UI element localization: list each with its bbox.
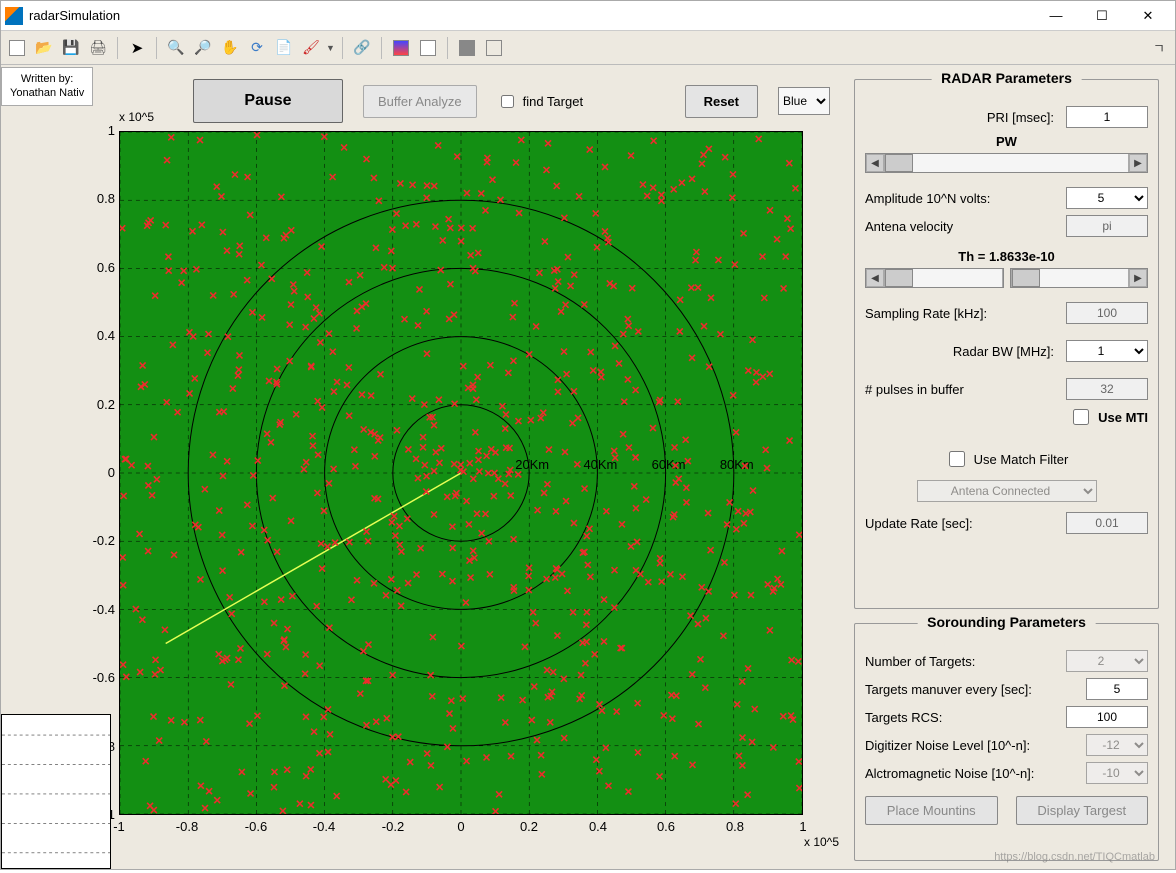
radar-params-panel: RADAR Parameters PRI [msec]: PW ◀ ▶ Ampl… [854, 79, 1159, 609]
th-label: Th = 1.8633e-10 [865, 249, 1148, 264]
update-rate-label: Update Rate [sec]: [865, 516, 1060, 531]
radar-params-title: RADAR Parameters [931, 70, 1082, 86]
credits-line2: Yonathan Nativ [10, 86, 84, 100]
zoom-out-icon[interactable]: 🔎 [191, 36, 215, 60]
figure-toolbar: 📂 💾 🖨 ➤ 🔍 🔎 ✋ ⟳ 📄 🖌 ▼ 🔗 ㄱ [1, 31, 1175, 65]
brush-icon[interactable]: 🖌 [299, 36, 323, 60]
pulses-buffer-label: # pulses in buffer [865, 382, 1060, 397]
place-mountains-button[interactable]: Place Mountins [865, 796, 998, 825]
em-noise-label: Alctromagnetic Noise [10^-n]: [865, 766, 1080, 781]
use-mti-label: Use MTI [1098, 410, 1148, 425]
th-slider-right[interactable]: ▶ [1010, 268, 1149, 288]
data-cursor-icon[interactable]: 📄 [272, 36, 296, 60]
colorbar-icon[interactable] [389, 36, 413, 60]
open-icon[interactable]: 📂 [32, 36, 56, 60]
em-noise-select: -10 [1086, 762, 1148, 784]
color-select[interactable]: Blue [778, 87, 830, 115]
maneuver-input[interactable] [1086, 678, 1148, 700]
minimize-button[interactable]: — [1033, 1, 1079, 31]
radar-bw-label: Radar BW [MHz]: [865, 344, 1060, 359]
title-bar: radarSimulation — ☐ ✕ [1, 1, 1175, 31]
svg-text:40Km: 40Km [583, 457, 617, 472]
th-slider-left[interactable]: ◀ [865, 268, 1004, 288]
svg-text:20Km: 20Km [515, 457, 549, 472]
pri-label: PRI [msec]: [865, 110, 1060, 125]
sampling-rate-input [1066, 302, 1148, 324]
use-match-filter-label: Use Match Filter [974, 452, 1069, 467]
rcs-input[interactable] [1066, 706, 1148, 728]
find-target-checkbox-wrap[interactable]: find Target [497, 92, 583, 111]
zoom-in-icon[interactable]: 🔍 [164, 36, 188, 60]
use-mti-checkbox-wrap[interactable]: Use MTI [1069, 406, 1148, 428]
hide-plot-tools-icon[interactable] [455, 36, 479, 60]
svg-text:60Km: 60Km [652, 457, 686, 472]
show-plot-tools-icon[interactable] [482, 36, 506, 60]
secondary-plot [1, 714, 111, 869]
window-title: radarSimulation [29, 8, 120, 23]
new-figure-icon[interactable] [5, 36, 29, 60]
use-match-filter-wrap[interactable]: Use Match Filter [945, 448, 1069, 470]
maximize-button[interactable]: ☐ [1079, 1, 1125, 31]
digitizer-noise-label: Digitizer Noise Level [10^-n]: [865, 738, 1080, 753]
display-targets-button[interactable]: Display Targest [1016, 796, 1149, 825]
radar-svg: 20Km 40Km 60Km 80Km [120, 132, 802, 814]
update-rate-input [1066, 512, 1148, 534]
rcs-label: Targets RCS: [865, 710, 1060, 725]
pw-slider[interactable]: ◀ ▶ [865, 153, 1148, 173]
pri-input[interactable] [1066, 106, 1148, 128]
matlab-logo-icon [5, 7, 23, 25]
amplitude-label: Amplitude 10^N volts: [865, 191, 1060, 206]
credits-line1: Written by: [10, 72, 84, 86]
antenna-velocity-input [1066, 215, 1148, 237]
slider-right-arrow-icon[interactable]: ▶ [1129, 154, 1147, 172]
legend-icon[interactable] [416, 36, 440, 60]
radar-plot: x 10^5 1 0.8 0.6 0.4 0.2 0 -0.2 -0.4 -0.… [79, 115, 839, 845]
use-mti-checkbox[interactable] [1073, 409, 1089, 425]
find-target-checkbox[interactable] [501, 95, 514, 108]
num-targets-select: 2 [1066, 650, 1148, 672]
credits-box: Written by: Yonathan Nativ [1, 67, 93, 106]
digitizer-noise-select: -12 [1086, 734, 1148, 756]
surrounding-params-panel: Sorounding Parameters Number of Targets:… [854, 623, 1159, 861]
num-targets-label: Number of Targets: [865, 654, 1060, 669]
svg-text:80Km: 80Km [720, 457, 754, 472]
radar-bw-select[interactable]: 1 [1066, 340, 1148, 362]
slider-left-arrow-icon[interactable]: ◀ [866, 154, 884, 172]
print-icon[interactable]: 🖨 [86, 36, 110, 60]
radar-ppi-scope[interactable]: 20Km 40Km 60Km 80Km [119, 131, 803, 815]
find-target-label: find Target [523, 94, 583, 109]
antenna-velocity-label: Antena velocity [865, 219, 1060, 234]
reset-button[interactable]: Reset [685, 85, 758, 118]
use-match-filter-checkbox[interactable] [949, 451, 965, 467]
amplitude-select[interactable]: 5 [1066, 187, 1148, 209]
x-axis-exponent: x 10^5 [804, 835, 839, 849]
pan-icon[interactable]: ✋ [218, 36, 242, 60]
pointer-icon[interactable]: ➤ [125, 36, 149, 60]
save-icon[interactable]: 💾 [59, 36, 83, 60]
rotate-3d-icon[interactable]: ⟳ [245, 36, 269, 60]
antenna-connected-select: Antena Connected [917, 480, 1097, 502]
link-data-icon[interactable]: 🔗 [350, 36, 374, 60]
watermark: https://blog.csdn.net/TIQCmatlab [994, 851, 1155, 863]
close-button[interactable]: ✕ [1125, 1, 1171, 31]
sampling-rate-label: Sampling Rate [kHz]: [865, 306, 1060, 321]
pw-label: PW [865, 134, 1148, 149]
toolbar-overflow-icon[interactable]: ㄱ [1153, 38, 1171, 57]
pulses-buffer-input [1066, 378, 1148, 400]
buffer-analyze-button[interactable]: Buffer Analyze [363, 85, 477, 118]
y-axis-exponent: x 10^5 [119, 110, 154, 124]
surrounding-params-title: Sorounding Parameters [917, 614, 1096, 630]
maneuver-label: Targets manuver every [sec]: [865, 682, 1080, 697]
